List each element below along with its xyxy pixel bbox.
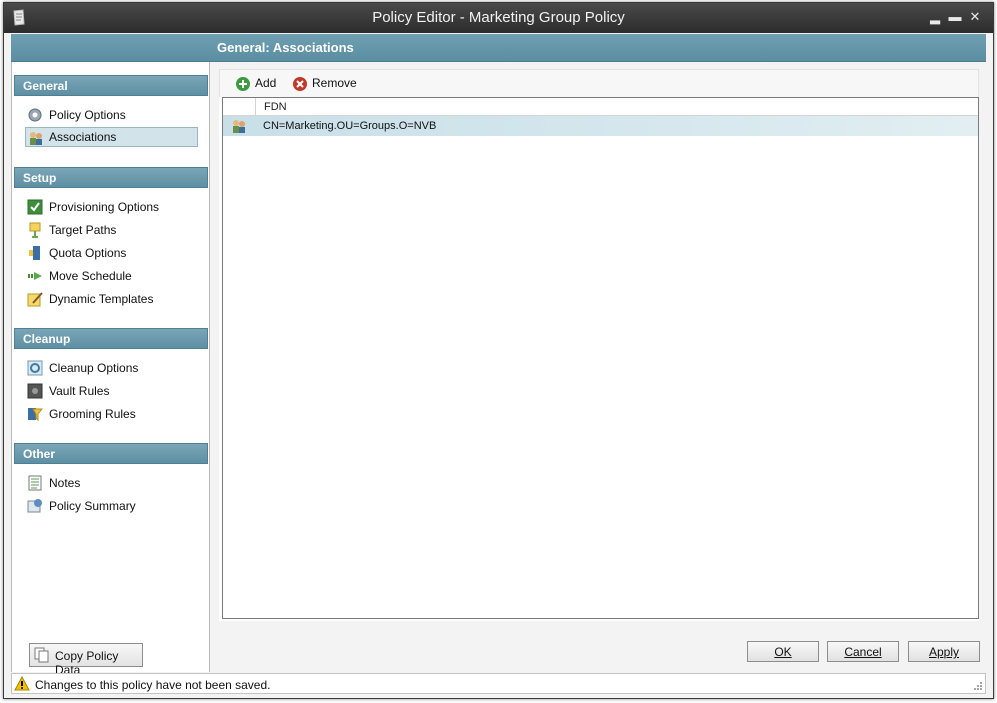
- group-header-cleanup: Cleanup: [14, 328, 208, 349]
- sidebar-item-provisioning-options[interactable]: Provisioning Options: [25, 197, 198, 217]
- sidebar-item-label: Quota Options: [49, 246, 127, 260]
- group-header-general: General: [14, 75, 208, 96]
- sidebar-item-label: Move Schedule: [49, 269, 132, 283]
- sidebar-item-policy-options[interactable]: Policy Options: [25, 105, 198, 125]
- sidebar-item-notes[interactable]: Notes: [25, 473, 198, 493]
- status-bar: Changes to this policy have not been sav…: [11, 673, 986, 694]
- sidebar-item-move-schedule[interactable]: Move Schedule: [25, 266, 198, 286]
- sidebar-item-label: Policy Options: [49, 108, 126, 122]
- group-header-setup: Setup: [14, 167, 208, 188]
- ok-button[interactable]: OK: [747, 641, 819, 662]
- add-label: Add: [255, 76, 277, 90]
- remove-button[interactable]: Remove: [292, 76, 357, 94]
- apply-button[interactable]: Apply: [908, 641, 980, 662]
- grid-header: FDN: [223, 98, 978, 116]
- quota-icon: [29, 246, 40, 260]
- remove-label: Remove: [312, 76, 357, 90]
- filter-icon: [28, 408, 43, 422]
- template-icon: [27, 292, 43, 307]
- status-message: Changes to this policy have not been sav…: [35, 678, 271, 692]
- sidebar-item-label: Provisioning Options: [49, 200, 160, 214]
- summary-icon: [27, 499, 42, 513]
- users-icon: [30, 132, 42, 145]
- page-title: General: Associations: [217, 40, 354, 55]
- sidebar-item-label: Grooming Rules: [49, 407, 136, 421]
- sidebar-item-label: Associations: [49, 130, 117, 144]
- window-title: Policy Editor - Marketing Group Policy: [372, 9, 625, 26]
- sidebar-item-label: Dynamic Templates: [49, 292, 154, 306]
- gear-icon: [28, 108, 42, 122]
- sidebar-item-dynamic-templates[interactable]: Dynamic Templates: [25, 289, 198, 309]
- resize-grip-icon[interactable]: [973, 681, 983, 691]
- sidebar-item-label: Vault Rules: [49, 384, 110, 398]
- remove-icon: [293, 77, 307, 91]
- section-header: General: Associations: [11, 34, 986, 62]
- cleanup-icon: [27, 360, 43, 376]
- target-icon: [29, 222, 41, 238]
- sidebar-item-label: Cleanup Options: [49, 361, 139, 375]
- add-button[interactable]: Add: [235, 76, 276, 94]
- sidebar-item-label: Notes: [49, 476, 81, 490]
- sidebar-item-label: Target Paths: [49, 223, 117, 237]
- copy-icon: [34, 647, 49, 663]
- add-icon: [236, 77, 250, 91]
- fdn-column-header[interactable]: FDN: [264, 101, 287, 113]
- cancel-button[interactable]: Cancel: [827, 641, 899, 662]
- minimize-icon[interactable]: ▂: [927, 9, 943, 25]
- vault-icon: [27, 383, 43, 399]
- associations-panel: Add Remove FDN CN=Marketing.OU=Groups.O=…: [219, 69, 979, 621]
- close-icon[interactable]: ✕: [967, 9, 983, 25]
- sidebar-item-quota-options[interactable]: Quota Options: [25, 243, 198, 263]
- fdn-cell: CN=Marketing.OU=Groups.O=NVB: [263, 120, 437, 132]
- warning-icon: [14, 676, 30, 691]
- title-bar[interactable]: Policy Editor - Marketing Group Policy ▂…: [4, 3, 993, 33]
- icon-column-header[interactable]: [223, 98, 256, 115]
- checkbox-icon: [27, 199, 43, 215]
- move-icon: [28, 272, 42, 280]
- sidebar-item-target-paths[interactable]: Target Paths: [25, 220, 198, 240]
- sidebar-item-cleanup-options[interactable]: Cleanup Options: [25, 358, 198, 378]
- policy-editor-window: Policy Editor - Marketing Group Policy ▂…: [3, 2, 994, 699]
- notes-icon: [28, 475, 42, 491]
- sidebar-item-policy-summary[interactable]: Policy Summary: [25, 496, 198, 516]
- copy-policy-data-button[interactable]: Copy Policy Data: [29, 643, 143, 677]
- sidebar-item-grooming-rules[interactable]: Grooming Rules: [25, 404, 198, 424]
- table-row[interactable]: CN=Marketing.OU=Groups.O=NVB: [223, 116, 978, 136]
- sidebar-item-associations[interactable]: Associations: [25, 127, 198, 147]
- users-icon: [233, 120, 245, 133]
- toolbar: Add Remove: [219, 69, 979, 97]
- sidebar-item-label: Policy Summary: [49, 499, 136, 513]
- sidebar: General Policy Options Associations Setu…: [11, 62, 210, 677]
- associations-grid[interactable]: FDN CN=Marketing.OU=Groups.O=NVB: [222, 97, 979, 619]
- group-header-other: Other: [14, 443, 208, 464]
- sidebar-item-vault-rules[interactable]: Vault Rules: [25, 381, 198, 401]
- maximize-icon[interactable]: ▬: [947, 9, 963, 25]
